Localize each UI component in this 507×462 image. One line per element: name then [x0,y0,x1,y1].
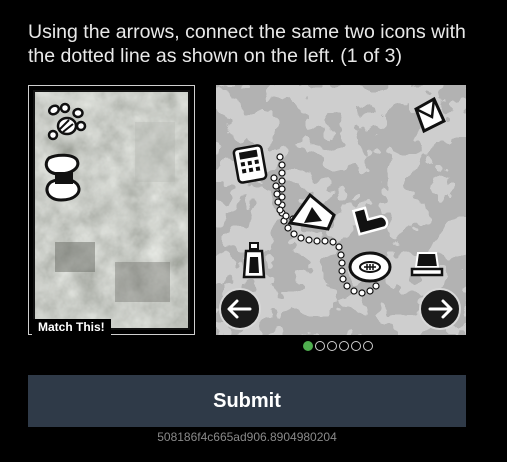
bandage-icon [44,153,81,202]
football-icon [348,251,392,283]
page-dot-3 [327,341,337,351]
page-dot-6 [363,341,373,351]
match-this-label: Match This! [32,319,111,335]
arrow-right-icon [428,299,453,319]
page-dot-1 [303,341,313,351]
pawprint-icon [47,102,87,141]
previous-arrow-button[interactable] [219,288,261,330]
page-dot-4 [339,341,349,351]
reference-image [33,90,190,330]
arrow-left-icon [227,299,252,319]
next-arrow-button[interactable] [419,288,461,330]
page-dot-5 [351,341,361,351]
page-indicator [303,341,373,353]
captcha-widget: Using the arrows, connect the same two i… [0,0,507,462]
submit-button[interactable]: Submit [28,375,466,427]
instructions-text: Using the arrows, connect the same two i… [28,21,466,67]
reference-panel [28,85,195,335]
calculator-icon [232,144,268,184]
page-dot-2 [315,341,325,351]
session-token: 508186f4c665ad906.8904980204 [157,430,337,444]
